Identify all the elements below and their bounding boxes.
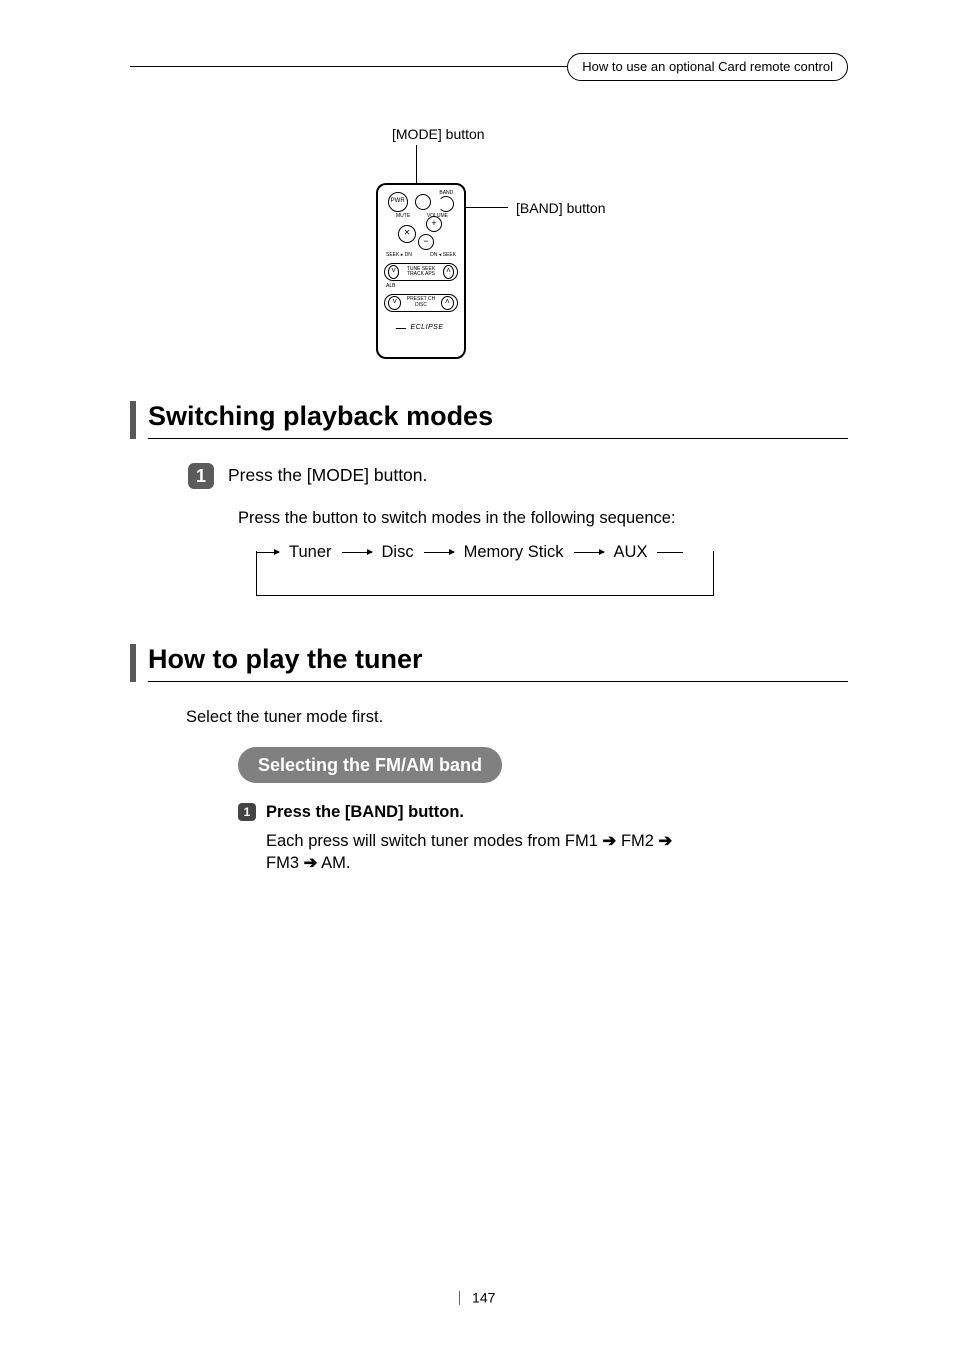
arrow-right-icon	[424, 552, 454, 553]
step-number-badge: 1	[188, 463, 214, 489]
volume-up-icon: +	[426, 216, 442, 232]
remote-mute-label: MUTE	[396, 214, 410, 219]
remote-pwr-icon: PWR	[388, 192, 408, 212]
substep-title: Press the [BAND] button.	[266, 801, 464, 824]
remote-brand-label: ECLIPSE	[378, 322, 464, 332]
tuner-intro: Select the tuner mode first.	[186, 706, 848, 728]
page-number: 147	[472, 1290, 495, 1306]
remote-outline: PWR BAND MUTE VOLUME ✕ + − SEEK ▸ DN DN …	[376, 183, 466, 359]
remote-band-icon: BAND	[438, 191, 454, 212]
tune-seek-label: TUNE SEEK TRACK APS	[399, 267, 443, 278]
step-body: Press the button to switch modes in the …	[238, 507, 848, 529]
remote-volume-cluster: MUTE VOLUME ✕ + −	[394, 216, 448, 250]
remote-mode-icon	[415, 194, 431, 210]
step-1: 1 Press the [MODE] button.	[188, 463, 848, 489]
arrow-right-icon: ➔	[304, 852, 318, 874]
band-button-label: [BAND] button	[516, 199, 606, 218]
section-title: Switching playback modes	[148, 401, 848, 439]
volume-down-icon: −	[418, 234, 434, 250]
arrow-right-icon: ➔	[659, 830, 673, 852]
remote-tune-capsule: ˅ TUNE SEEK TRACK APS ˄	[384, 263, 458, 281]
seek-dn-label: SEEK ▸ DN	[386, 252, 412, 259]
section-title: How to play the tuner	[148, 644, 848, 682]
chevron-up-icon: ˄	[441, 296, 454, 310]
subsection-pill: Selecting the FM/AM band	[238, 747, 502, 783]
step-text: Press the [MODE] button.	[228, 464, 427, 488]
mode-button-label: [MODE] button	[392, 125, 485, 144]
arrow-right-icon	[657, 552, 683, 553]
mode-disc: Disc	[382, 541, 414, 563]
mute-icon: ✕	[398, 225, 416, 243]
footer-divider	[459, 1291, 460, 1305]
arrow-right-icon: ➔	[603, 830, 617, 852]
chevron-up-icon: ˄	[443, 265, 454, 279]
arrow-right-icon	[257, 552, 279, 553]
mode-aux: AUX	[614, 541, 648, 563]
mode-memory-stick: Memory Stick	[464, 541, 564, 563]
remote-diagram: [MODE] button [BAND] button PWR BAND MUT…	[130, 125, 848, 365]
header-rule: How to use an optional Card remote contr…	[130, 66, 848, 97]
chevron-down-icon: ˅	[388, 296, 401, 310]
section-heading-tuner: How to play the tuner	[130, 644, 848, 682]
remote-preset-capsule: ˅ PRESET CH DISC ˄	[384, 294, 458, 312]
substep-body: Each press will switch tuner modes from …	[266, 830, 826, 875]
alb-label: ALB	[386, 283, 395, 290]
preset-ch-label: PRESET CH DISC	[401, 297, 440, 308]
substep-1: 1 Press the [BAND] button.	[238, 801, 848, 824]
page-footer: 147	[0, 1287, 954, 1309]
chevron-down-icon: ˅	[388, 265, 399, 279]
seek-up-label: DN ◂ SEEK	[430, 252, 456, 259]
header-chip: How to use an optional Card remote contr…	[567, 53, 848, 81]
mode-sequence-box: Tuner Disc Memory Stick AUX	[256, 551, 714, 596]
substep-number-badge: 1	[238, 803, 256, 821]
arrow-right-icon	[342, 552, 372, 553]
mode-tuner: Tuner	[289, 541, 332, 563]
arrow-right-icon	[574, 552, 604, 553]
section-heading-switching: Switching playback modes	[130, 401, 848, 439]
page: How to use an optional Card remote contr…	[0, 0, 954, 1355]
